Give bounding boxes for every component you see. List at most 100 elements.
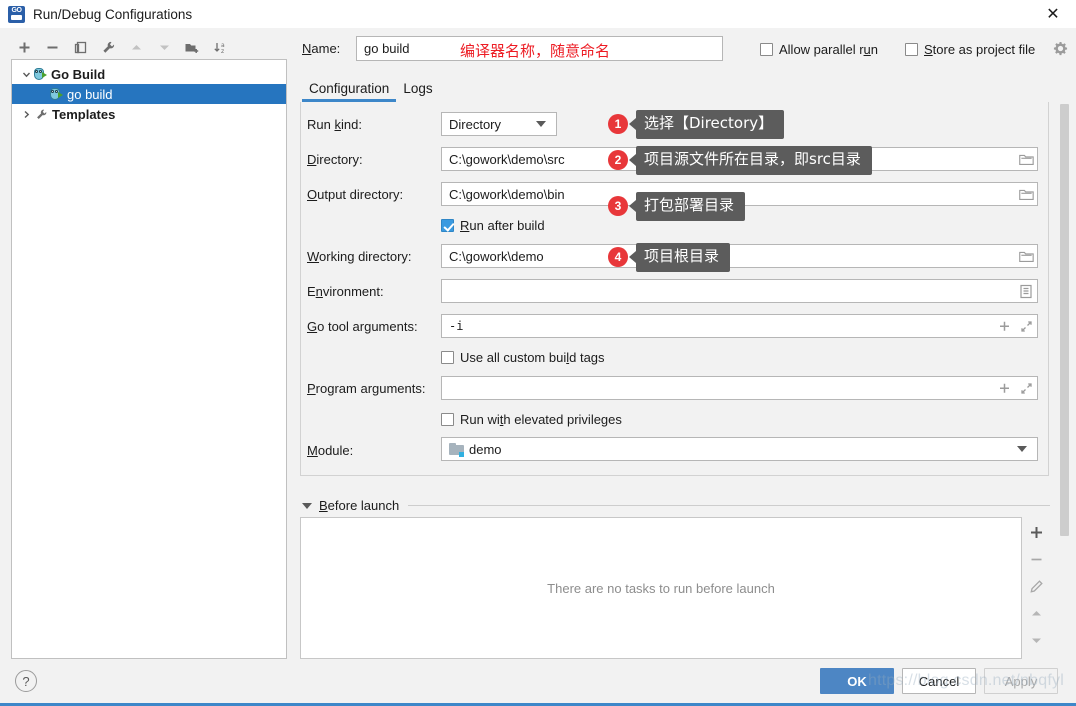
apply-button[interactable]: Apply [984,668,1058,694]
program-arguments-input[interactable] [441,376,1038,400]
output-directory-label: Output directory: [307,187,403,202]
go-build-icon [34,67,47,81]
divider [408,505,1050,506]
annotation-arrow-icon [629,200,636,212]
gear-icon[interactable] [1053,41,1068,56]
name-value: go build [364,41,410,56]
sort-alphabetically-icon[interactable]: a z [207,35,233,59]
annotation-badge: 2 [608,150,628,170]
program-arguments-label: Program arguments: [307,381,426,396]
environment-input[interactable] [441,279,1038,303]
working-directory-input[interactable]: C:\gowork\demo [441,244,1038,268]
chevron-down-icon [1017,446,1027,452]
tree-item-go-build-group[interactable]: Go Build [12,64,286,84]
go-build-icon [50,87,63,101]
before-launch-task-list[interactable]: There are no tasks to run before launch [300,517,1022,659]
name-label: Name: [302,41,340,56]
checkbox-box [905,43,918,56]
move-task-up-triangle-icon[interactable] [1025,604,1047,622]
expand-icon[interactable] [1015,315,1037,337]
wrench-icon [34,107,48,121]
move-up-triangle-icon[interactable] [123,35,149,59]
annotation-arrow-icon [629,251,636,263]
configuration-tree: Go Build go build Templates [11,59,287,659]
checkbox-box [441,413,454,426]
tree-item-templates[interactable]: Templates [12,104,286,124]
run-with-elevated-privileges-label: Run with elevated privileges [460,412,622,427]
go-tool-arguments-value: -i [442,319,993,333]
tree-item-go-build-config[interactable]: go build [12,84,286,104]
remove-configuration-button[interactable] [39,35,65,59]
chevron-down-icon[interactable] [18,70,34,79]
title-bar: Run/Debug Configurations ✕ [0,0,1076,28]
annotation-text: 打包部署目录 [636,192,745,221]
allow-parallel-run-checkbox[interactable]: Allow parallel run [760,42,878,57]
annotation-text: 项目根目录 [636,243,730,272]
configuration-toolbar: a z [11,34,287,60]
annotation-callout-1: 1 选择【Directory】 [608,110,784,139]
checkbox-box [760,43,773,56]
use-all-custom-build-tags-label: Use all custom build tags [460,350,605,365]
copy-configuration-icon[interactable] [67,35,93,59]
new-folder-icon[interactable] [179,35,205,59]
add-task-button[interactable] [1025,523,1047,541]
run-kind-value: Directory [442,117,536,132]
annotation-arrow-icon [629,154,636,166]
browse-folder-icon[interactable] [1015,148,1037,170]
expand-icon[interactable] [1015,377,1037,399]
tree-item-label: go build [67,87,113,102]
run-after-build-checkbox[interactable]: Run after build [441,218,545,233]
help-button[interactable]: ? [15,670,37,692]
environment-list-icon[interactable] [1015,280,1037,302]
browse-folder-icon[interactable] [1015,183,1037,205]
remove-task-button[interactable] [1025,550,1047,568]
tab-logs[interactable]: Logs [396,78,439,102]
before-launch-empty-message: There are no tasks to run before launch [547,581,775,596]
add-icon[interactable] [993,377,1015,399]
vertical-scrollbar-thumb[interactable] [1060,104,1069,536]
close-icon[interactable]: ✕ [1030,0,1076,28]
store-as-project-file-checkbox[interactable]: Store as project file [905,42,1035,57]
window-title: Run/Debug Configurations [33,7,192,22]
before-launch-side-toolbar [1022,517,1050,659]
checkbox-box [441,351,454,364]
tree-item-label: Go Build [51,67,105,82]
ok-button[interactable]: OK [820,668,894,694]
move-down-triangle-icon[interactable] [151,35,177,59]
use-all-custom-build-tags-checkbox[interactable]: Use all custom build tags [441,350,605,365]
run-after-build-label: Run after build [460,218,545,233]
module-value: demo [469,442,1017,457]
add-configuration-button[interactable] [11,35,37,59]
browse-folder-icon[interactable] [1015,245,1037,267]
annotation-text: 项目源文件所在目录，即src目录 [636,146,872,175]
edit-task-pencil-icon[interactable] [1025,577,1047,595]
go-logo-icon [8,6,25,23]
annotation-callout-3: 3 打包部署目录 [608,192,745,221]
annotation-badge: 1 [608,114,628,134]
working-directory-label: Working directory: [307,249,412,264]
go-tool-arguments-input[interactable]: -i [441,314,1038,338]
add-icon[interactable] [993,315,1015,337]
annotation-name-text: 编译器名称，随意命名 [460,40,610,61]
run-with-elevated-privileges-checkbox[interactable]: Run with elevated privileges [441,412,622,427]
edit-templates-wrench-icon[interactable] [95,35,121,59]
before-launch-title: Before launch [319,498,399,513]
annotation-arrow-icon [629,118,636,130]
go-tool-arguments-label: Go tool arguments: [307,319,418,334]
chevron-right-icon[interactable] [18,110,34,119]
module-combobox[interactable]: demo [441,437,1038,461]
run-kind-combobox[interactable]: Directory [441,112,557,136]
annotation-text: 选择【Directory】 [636,110,784,139]
tab-bar: Configuration Logs [302,78,440,102]
collapse-triangle-icon[interactable] [302,503,312,509]
svg-text:z: z [221,48,224,55]
directory-label: Directory: [307,152,363,167]
cancel-button[interactable]: Cancel [902,668,976,694]
before-launch-header: Before launch [302,498,1050,513]
store-as-project-file-label: Store as project file [924,42,1035,57]
tab-configuration[interactable]: Configuration [302,78,396,102]
tree-item-label: Templates [52,107,115,122]
module-label: Module: [307,443,353,458]
annotation-badge: 4 [608,247,628,267]
move-task-down-triangle-icon[interactable] [1025,631,1047,649]
